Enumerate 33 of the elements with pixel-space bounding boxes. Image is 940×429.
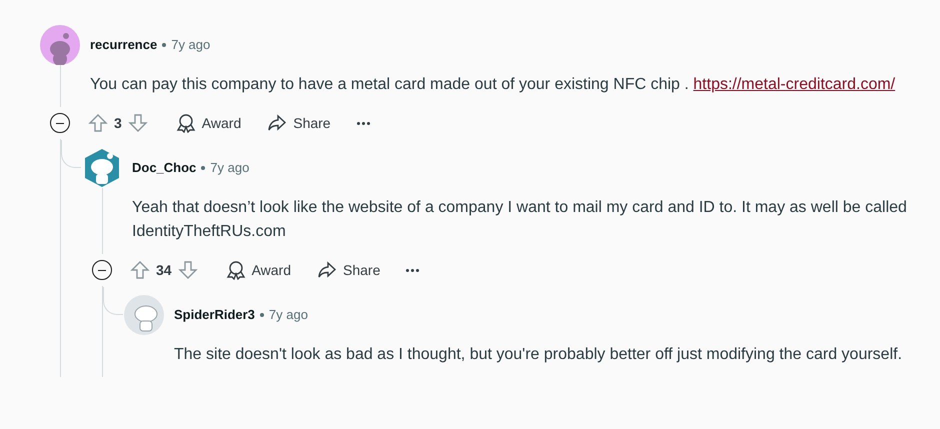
comment-text: Yeah that doesn’t look like the website of a company I want to mail my card and ID to. It may as well be called IdentityTheftRUs.com [131, 198, 908, 242]
comment-link[interactable]: https://metal-creditcard.com/ [693, 76, 896, 93]
timestamp: 7y ago [171, 36, 210, 54]
award-button[interactable]: Award [216, 254, 302, 286]
timestamp: 7y ago [210, 159, 250, 178]
downvote-button[interactable] [178, 260, 198, 280]
share-icon [317, 260, 338, 280]
username-link[interactable]: Doc_Choc [132, 158, 196, 178]
username-link[interactable]: SpiderRider3 [174, 305, 255, 325]
upvote-button[interactable] [88, 113, 108, 133]
upvote-button[interactable] [130, 260, 150, 280]
share-button[interactable]: Share [257, 107, 341, 139]
upvote-icon [130, 260, 150, 280]
username-link[interactable]: recurrence [90, 35, 158, 55]
vote-count: 3 [114, 114, 122, 132]
comment-text: The site doesn't look as bad as I thought, but you're probably better off just modifying the card yourself. [173, 345, 902, 365]
collapse-button[interactable] [50, 113, 70, 133]
user-avatar[interactable] [82, 148, 122, 188]
vote-count: 34 [156, 260, 172, 280]
comment-text: You can pay this company to have a metal card made out of your existing NFC chip . https://metal-creditcard.com/ [89, 75, 896, 95]
award-icon [226, 260, 246, 280]
downvote-button[interactable] [128, 113, 148, 133]
award-button[interactable]: Award [166, 107, 252, 139]
collapse-button[interactable] [92, 260, 112, 280]
user-avatar[interactable] [124, 295, 164, 335]
share-icon [267, 113, 288, 133]
share-button[interactable]: Share [307, 254, 390, 286]
upvote-icon [88, 113, 108, 133]
timestamp: 7y ago [268, 306, 308, 324]
award-icon [176, 113, 196, 133]
downvote-icon [128, 113, 148, 133]
user-avatar[interactable] [40, 25, 80, 65]
downvote-icon [178, 260, 198, 280]
